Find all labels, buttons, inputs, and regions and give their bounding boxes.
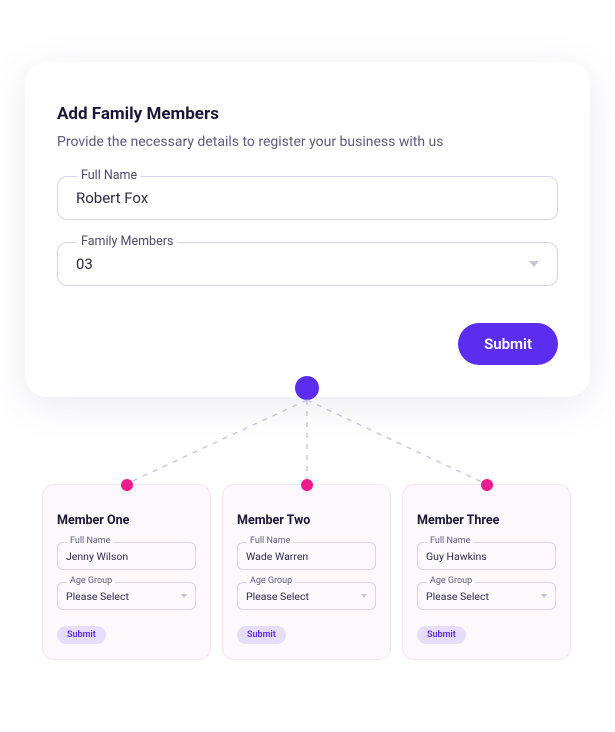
member-submit-button[interactable]: Submit bbox=[57, 626, 106, 644]
member-dot-icon bbox=[481, 479, 493, 491]
member-age-group-label: Age Group bbox=[247, 576, 295, 586]
family-members-field: Family Members 03 bbox=[57, 242, 558, 286]
member-age-group-label: Age Group bbox=[67, 576, 115, 586]
family-members-value: 03 bbox=[76, 255, 93, 273]
member-age-group-select[interactable]: Please Select bbox=[57, 582, 196, 610]
member-full-name-field: Full Name bbox=[237, 542, 376, 570]
member-full-name-input[interactable] bbox=[57, 542, 196, 570]
member-full-name-label: Full Name bbox=[427, 536, 473, 546]
member-full-name-field: Full Name bbox=[57, 542, 196, 570]
member-age-group-value: Please Select bbox=[246, 590, 309, 603]
member-age-group-value: Please Select bbox=[426, 590, 489, 603]
chevron-down-icon bbox=[181, 594, 187, 598]
member-age-group-label: Age Group bbox=[427, 576, 475, 586]
member-dot-icon bbox=[121, 479, 133, 491]
member-title: Member Three bbox=[417, 513, 556, 528]
member-card-2: Member Two Full Name Age Group Please Se… bbox=[222, 484, 391, 660]
member-submit-button[interactable]: Submit bbox=[237, 626, 286, 644]
member-card-1: Member One Full Name Age Group Please Se… bbox=[42, 484, 211, 660]
member-title: Member One bbox=[57, 513, 196, 528]
chevron-down-icon bbox=[541, 594, 547, 598]
main-form-card: Add Family Members Provide the necessary… bbox=[25, 62, 590, 397]
chevron-down-icon bbox=[529, 261, 539, 267]
member-age-group-select[interactable]: Please Select bbox=[237, 582, 376, 610]
hub-dot bbox=[295, 376, 319, 400]
member-card-3: Member Three Full Name Age Group Please … bbox=[402, 484, 571, 660]
member-age-group-field: Age Group Please Select bbox=[237, 582, 376, 610]
member-full-name-label: Full Name bbox=[247, 536, 293, 546]
member-full-name-field: Full Name bbox=[417, 542, 556, 570]
member-age-group-field: Age Group Please Select bbox=[57, 582, 196, 610]
member-full-name-input[interactable] bbox=[237, 542, 376, 570]
member-age-group-value: Please Select bbox=[66, 590, 129, 603]
full-name-field: Full Name bbox=[57, 176, 558, 220]
chevron-down-icon bbox=[361, 594, 367, 598]
member-age-group-field: Age Group Please Select bbox=[417, 582, 556, 610]
main-subtitle: Provide the necessary details to registe… bbox=[57, 134, 558, 150]
member-full-name-input[interactable] bbox=[417, 542, 556, 570]
full-name-label: Full Name bbox=[77, 168, 141, 183]
member-submit-button[interactable]: Submit bbox=[417, 626, 466, 644]
member-age-group-select[interactable]: Please Select bbox=[417, 582, 556, 610]
member-dot-icon bbox=[301, 479, 313, 491]
main-title: Add Family Members bbox=[57, 104, 558, 124]
member-full-name-label: Full Name bbox=[67, 536, 113, 546]
submit-button[interactable]: Submit bbox=[458, 323, 558, 365]
family-members-label: Family Members bbox=[77, 234, 177, 249]
member-title: Member Two bbox=[237, 513, 376, 528]
